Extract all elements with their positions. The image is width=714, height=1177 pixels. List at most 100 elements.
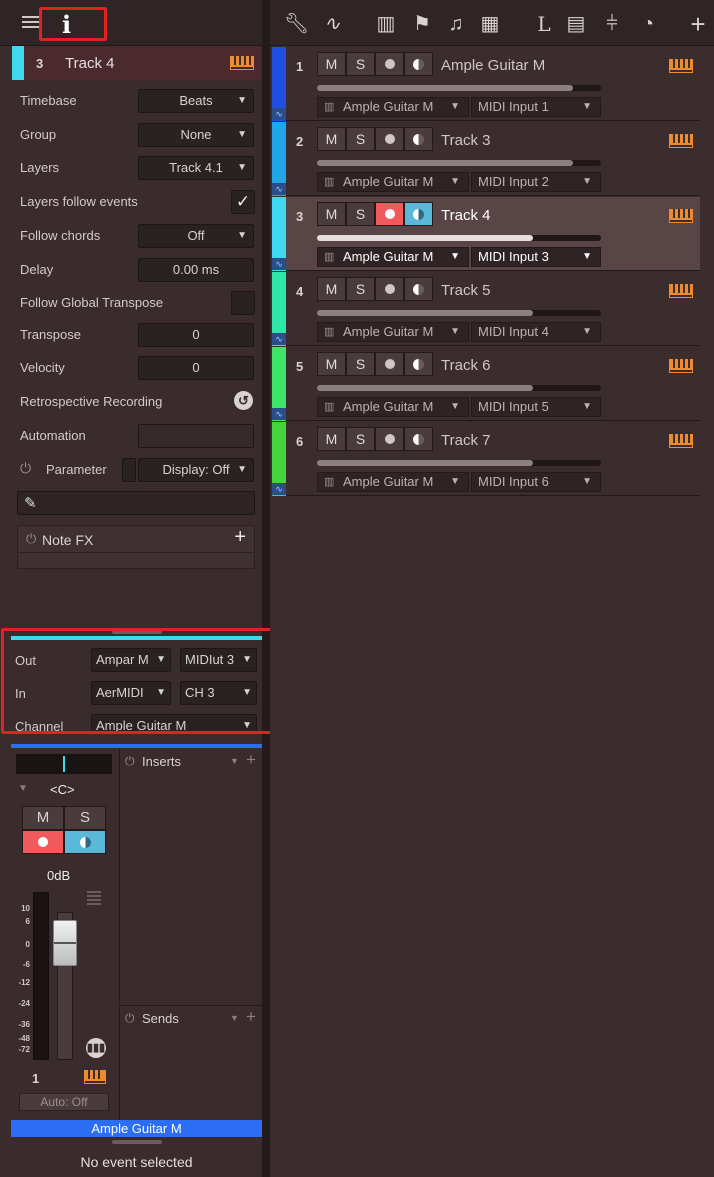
automation-lane-icon[interactable]: ∿ [272, 183, 286, 195]
auto-button[interactable]: Auto: Off [19, 1093, 109, 1111]
follow-transpose-checkbox[interactable] [231, 291, 255, 315]
track-volume-fader[interactable] [317, 235, 601, 241]
track-volume-fader[interactable] [317, 310, 601, 316]
track-volume-fader[interactable] [317, 160, 601, 166]
solo-button[interactable]: S [346, 52, 375, 76]
flag-icon[interactable]: ⚑ [410, 12, 434, 36]
mute-button[interactable]: M [317, 427, 346, 451]
layers-follow-checkbox[interactable]: ✓ [231, 190, 255, 214]
volume-fader-knob[interactable] [53, 920, 77, 966]
solo-button[interactable]: S [346, 202, 375, 226]
monitor-button[interactable] [404, 202, 433, 226]
automation-field[interactable] [138, 424, 254, 448]
instrument-selector[interactable]: ▥ Ample Guitar M ▼ [317, 322, 469, 342]
record-arm-button[interactable] [375, 427, 404, 451]
instrument-selector[interactable]: ▥ Ample Guitar M ▼ [317, 97, 469, 117]
chevron-down-icon[interactable]: ▼ [230, 1013, 239, 1023]
add-icon[interactable]: + [246, 1007, 256, 1027]
automation-lane-icon[interactable]: ∿ [272, 333, 286, 345]
strip-record-button[interactable] [22, 830, 64, 854]
add-icon[interactable]: + [246, 750, 256, 770]
monitor-button[interactable] [404, 277, 433, 301]
video-icon[interactable]: ▤ [564, 12, 588, 36]
track-volume-fader[interactable] [317, 460, 601, 466]
strip-monitor-button[interactable] [64, 830, 106, 854]
track-volume-fader[interactable] [317, 385, 601, 391]
score-icon[interactable]: ♫ [444, 12, 468, 36]
mixer-icon[interactable]: ⫩ [600, 12, 624, 36]
monitor-button[interactable] [404, 352, 433, 376]
strip-mute-button[interactable]: M [22, 806, 64, 830]
mute-button[interactable]: M [317, 127, 346, 151]
mute-button[interactable]: M [317, 277, 346, 301]
track-name[interactable]: Track 7 [441, 432, 490, 449]
track-name[interactable]: Track 5 [441, 282, 490, 299]
mute-button[interactable]: M [317, 202, 346, 226]
panel-separator[interactable] [262, 0, 270, 1177]
track-row[interactable]: 3 M S Track 4 ▥ Ample Guitar M ▼ MIDI Input 3 ▼ [272, 197, 700, 271]
add-icon[interactable]: + [234, 526, 246, 549]
midi-input-selector[interactable]: MIDI Input 5 ▼ [471, 397, 601, 417]
track-row[interactable]: 6 M S Track 7 ▥ Ample Guitar M ▼ MIDI Input 6 ▼ [272, 422, 700, 496]
instrument-selector[interactable]: ▥ Ample Guitar M ▼ [317, 247, 469, 267]
automation-lane-icon[interactable]: ∿ [272, 408, 286, 420]
power-icon[interactable]: ⏻ [125, 1011, 135, 1026]
pan-control[interactable] [16, 754, 112, 774]
monitor-button[interactable] [404, 127, 433, 151]
track-row[interactable]: 2 M S Track 3 ▥ Ample Guitar M ▼ MIDI Input 2 ▼ [272, 122, 700, 196]
automation-lane-icon[interactable]: ∿ [272, 258, 286, 270]
parameter-toggle[interactable] [122, 458, 136, 482]
solo-button[interactable]: S [346, 277, 375, 301]
wrench-icon[interactable]: 🔧︎ [284, 12, 309, 36]
add-track-icon[interactable]: + [686, 11, 710, 37]
track-row[interactable]: 5 M S Track 6 ▥ Ample Guitar M ▼ MIDI Input 5 ▼ [272, 347, 700, 421]
midi-input-selector[interactable]: MIDI Input 6 ▼ [471, 472, 601, 492]
power-icon[interactable]: ⏻ [26, 531, 36, 547]
notes-button[interactable]: ✎ [17, 491, 255, 515]
track-name[interactable]: Ample Guitar M [441, 57, 545, 74]
chevron-down-icon[interactable]: ▼ [230, 756, 239, 766]
record-arm-button[interactable] [375, 52, 404, 76]
grid-icon[interactable]: ▦ [478, 12, 502, 36]
lyrics-icon[interactable]: L [532, 12, 556, 36]
layers-dropdown[interactable]: Track 4.1 ▼ [138, 156, 254, 180]
record-arm-button[interactable] [375, 277, 404, 301]
automation-lane-icon[interactable]: ∿ [272, 108, 286, 120]
midi-input-selector[interactable]: MIDI Input 1 ▼ [471, 97, 601, 117]
midi-input-selector[interactable]: MIDI Input 3 ▼ [471, 247, 601, 267]
solo-button[interactable]: S [346, 352, 375, 376]
solo-button[interactable]: S [346, 427, 375, 451]
track-row[interactable]: 4 M S Track 5 ▥ Ample Guitar M ▼ MIDI Input 4 ▼ [272, 272, 700, 346]
transpose-field[interactable]: 0 [138, 323, 254, 347]
midi-input-selector[interactable]: MIDI Input 4 ▼ [471, 322, 601, 342]
automation-icon[interactable]: ∿ [320, 12, 344, 36]
display-dropdown[interactable]: Display: Off ▼ [138, 458, 254, 482]
delay-field[interactable]: 0.00 ms [138, 258, 254, 282]
record-arm-button[interactable] [375, 127, 404, 151]
record-arm-button[interactable] [375, 202, 404, 226]
instrument-selector[interactable]: ▥ Ample Guitar M ▼ [317, 397, 469, 417]
channel-name-bar[interactable]: Ample Guitar M [11, 1120, 262, 1137]
group-dropdown[interactable]: None ▼ [138, 123, 254, 147]
track-volume-fader[interactable] [317, 85, 601, 91]
expand-icon[interactable]: ▼ [18, 783, 28, 794]
record-arm-button[interactable] [375, 352, 404, 376]
resize-handle[interactable] [112, 1140, 162, 1144]
retro-record-icon[interactable]: ↺ [234, 391, 253, 410]
track-row[interactable]: 1 M S Ample Guitar M ▥ Ample Guitar M ▼ MIDI In… [272, 47, 700, 121]
tempo-icon[interactable]: ◔ [636, 12, 660, 36]
track-name[interactable]: Track 3 [441, 132, 490, 149]
velocity-field[interactable]: 0 [138, 356, 254, 380]
mute-button[interactable]: M [317, 52, 346, 76]
power-icon[interactable]: ⏻ [125, 754, 135, 769]
track-name[interactable]: Track 6 [441, 357, 490, 374]
mute-button[interactable]: M [317, 352, 346, 376]
track-name[interactable]: Track 4 [441, 207, 490, 224]
strip-solo-button[interactable]: S [64, 806, 106, 830]
bar-chart-icon[interactable]: ▥ [374, 12, 398, 36]
timebase-dropdown[interactable]: Beats ▼ [138, 89, 254, 113]
follow-chords-dropdown[interactable]: Off ▼ [138, 224, 254, 248]
inspector-track-name[interactable]: Track 4 [65, 55, 114, 72]
automation-lane-icon[interactable]: ∿ [272, 483, 286, 495]
meter-toggle-icon[interactable] [87, 891, 101, 905]
